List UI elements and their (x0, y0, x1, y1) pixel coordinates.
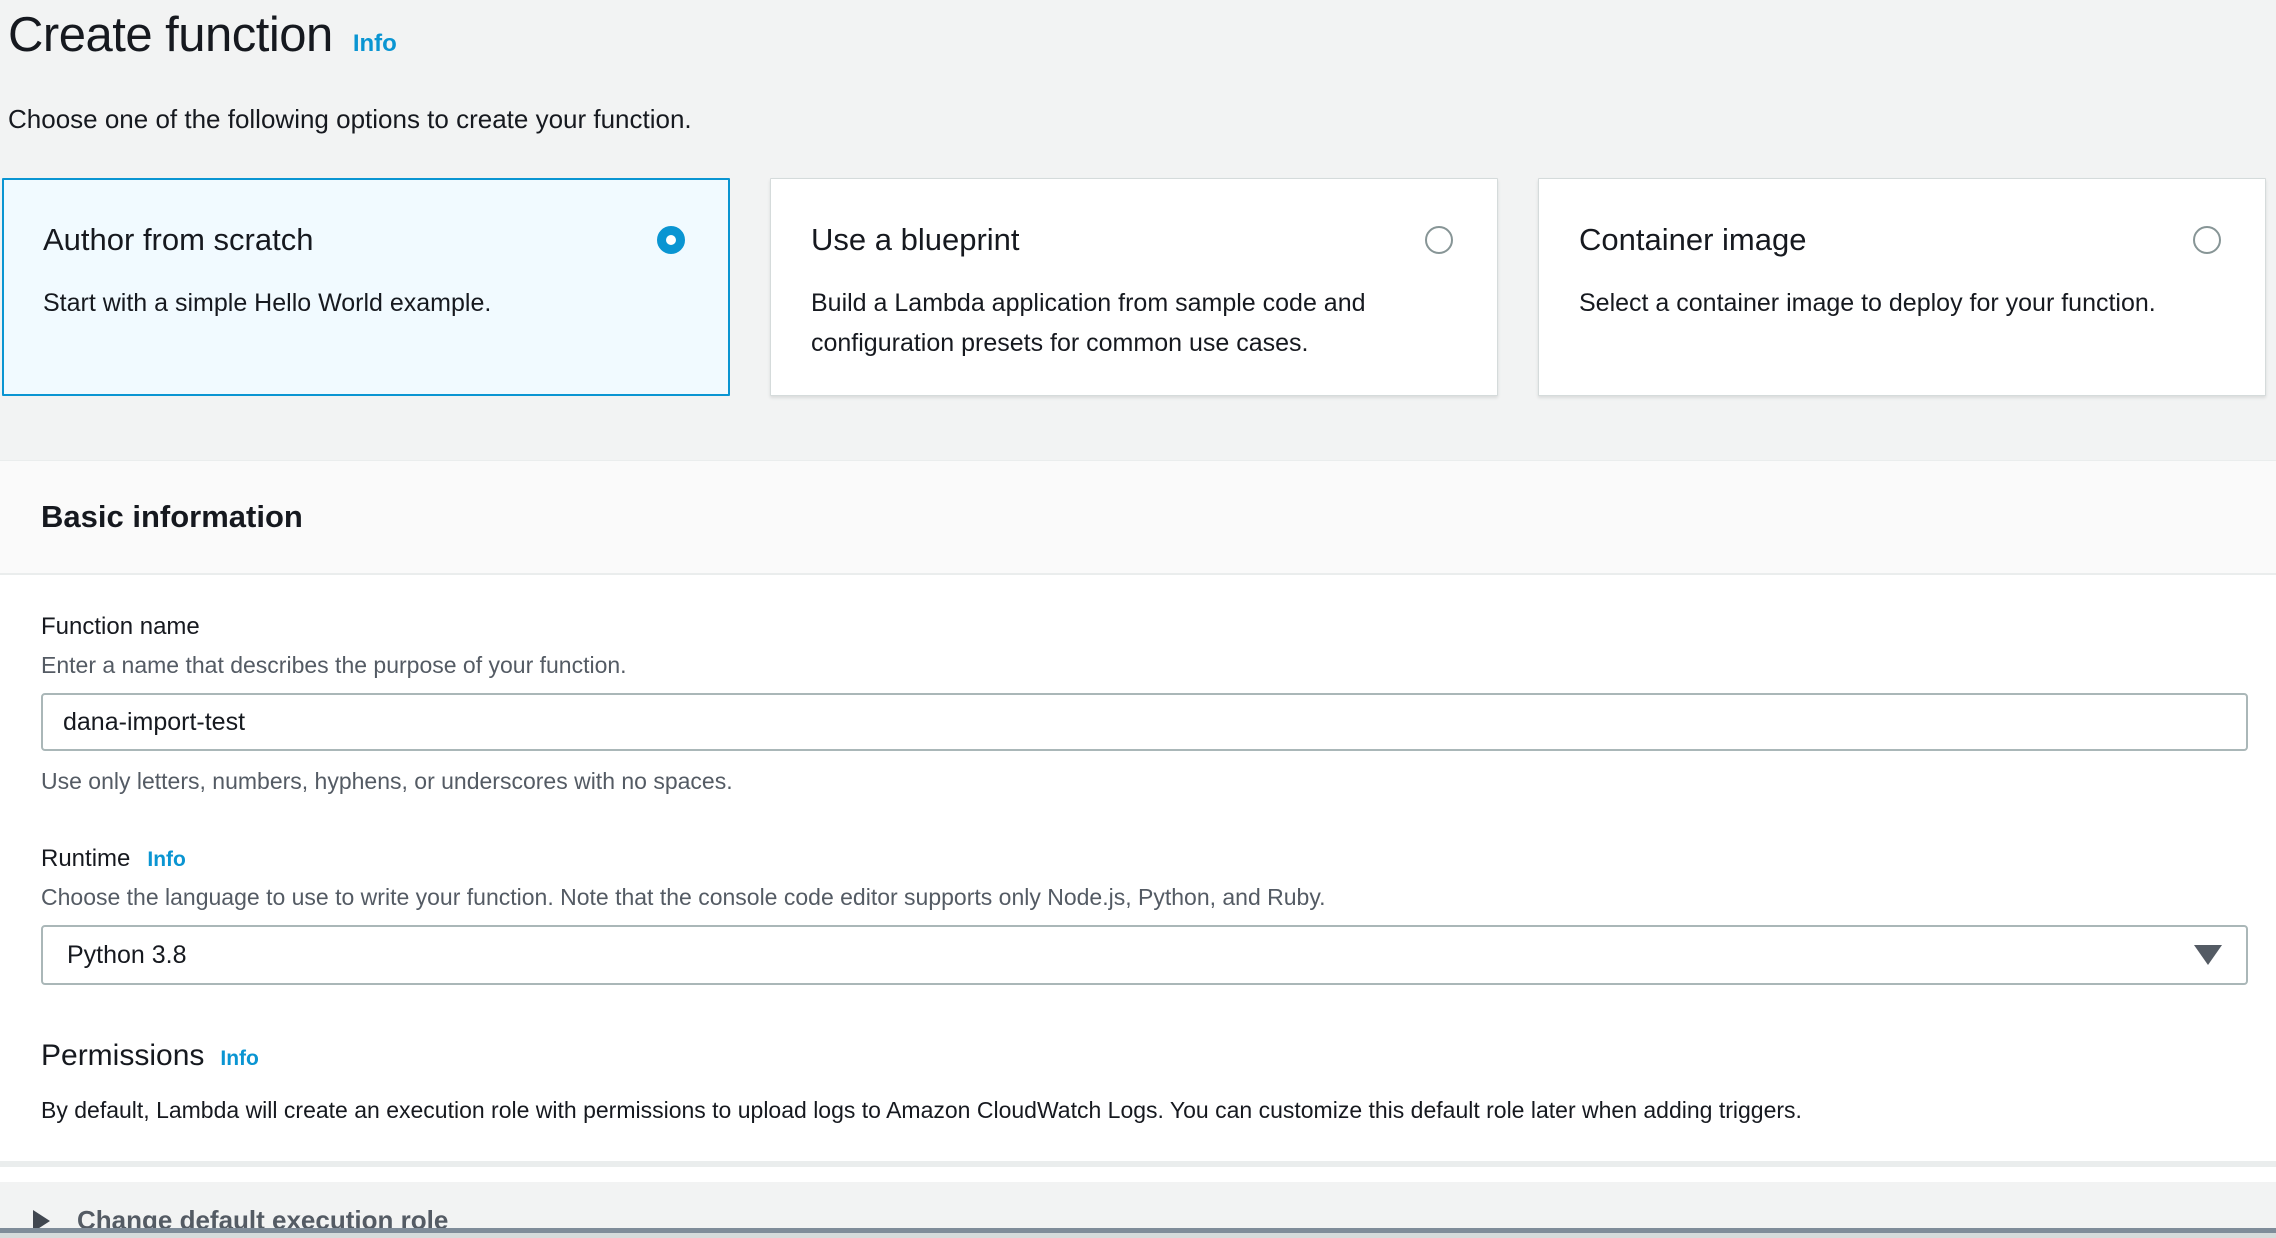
card-author-from-scratch[interactable]: Author from scratch Start with a simple … (2, 178, 730, 396)
card-description: Build a Lambda application from sample c… (811, 283, 1453, 363)
card-description: Select a container image to deploy for y… (1579, 283, 2221, 323)
runtime-description: Choose the language to use to write your… (41, 882, 2248, 912)
page-title-info-link[interactable]: Info (353, 30, 397, 58)
creation-option-cards: Author from scratch Start with a simple … (2, 178, 2276, 396)
basic-information-heading: Basic information (41, 499, 303, 535)
card-description: Start with a simple Hello World example. (43, 283, 685, 323)
card-title: Author from scratch (43, 221, 313, 259)
permissions-description: By default, Lambda will create an execut… (41, 1095, 2248, 1125)
function-name-description: Enter a name that describes the purpose … (41, 650, 2248, 680)
caret-down-icon (2194, 945, 2222, 965)
card-container-image[interactable]: Container image Select a container image… (1538, 178, 2266, 396)
card-title: Use a blueprint (811, 221, 1020, 259)
basic-information-panel: Basic information Function name Enter a … (0, 460, 2276, 1182)
radio-selected-icon[interactable] (657, 226, 685, 254)
runtime-info-link[interactable]: Info (147, 848, 185, 872)
card-use-a-blueprint[interactable]: Use a blueprint Build a Lambda applicati… (770, 178, 1498, 396)
function-name-input[interactable] (41, 693, 2248, 751)
permissions-info-link[interactable]: Info (220, 1047, 258, 1071)
page-title: Create function (8, 6, 333, 64)
page-header: Create function Info Choose one of the f… (0, 0, 2276, 136)
function-name-group: Function name Enter a name that describe… (41, 613, 2248, 795)
section-divider (0, 1161, 2276, 1167)
runtime-label: Runtime (41, 845, 130, 873)
function-name-constraint: Use only letters, numbers, hyphens, or u… (41, 768, 2248, 795)
permissions-section: Permissions Info By default, Lambda will… (41, 1039, 2248, 1125)
runtime-group: Runtime Info Choose the language to use … (41, 845, 2248, 985)
permissions-heading: Permissions (41, 1039, 204, 1073)
runtime-select[interactable]: Python 3.8 (41, 925, 2248, 985)
bottom-gutter (0, 1233, 2276, 1238)
runtime-selected-value: Python 3.8 (67, 941, 187, 970)
function-name-label: Function name (41, 613, 200, 641)
card-title: Container image (1579, 221, 1806, 259)
panel-header: Basic information (0, 461, 2276, 575)
page-subtitle: Choose one of the following options to c… (8, 102, 2276, 136)
radio-unselected-icon[interactable] (2193, 226, 2221, 254)
radio-unselected-icon[interactable] (1425, 226, 1453, 254)
